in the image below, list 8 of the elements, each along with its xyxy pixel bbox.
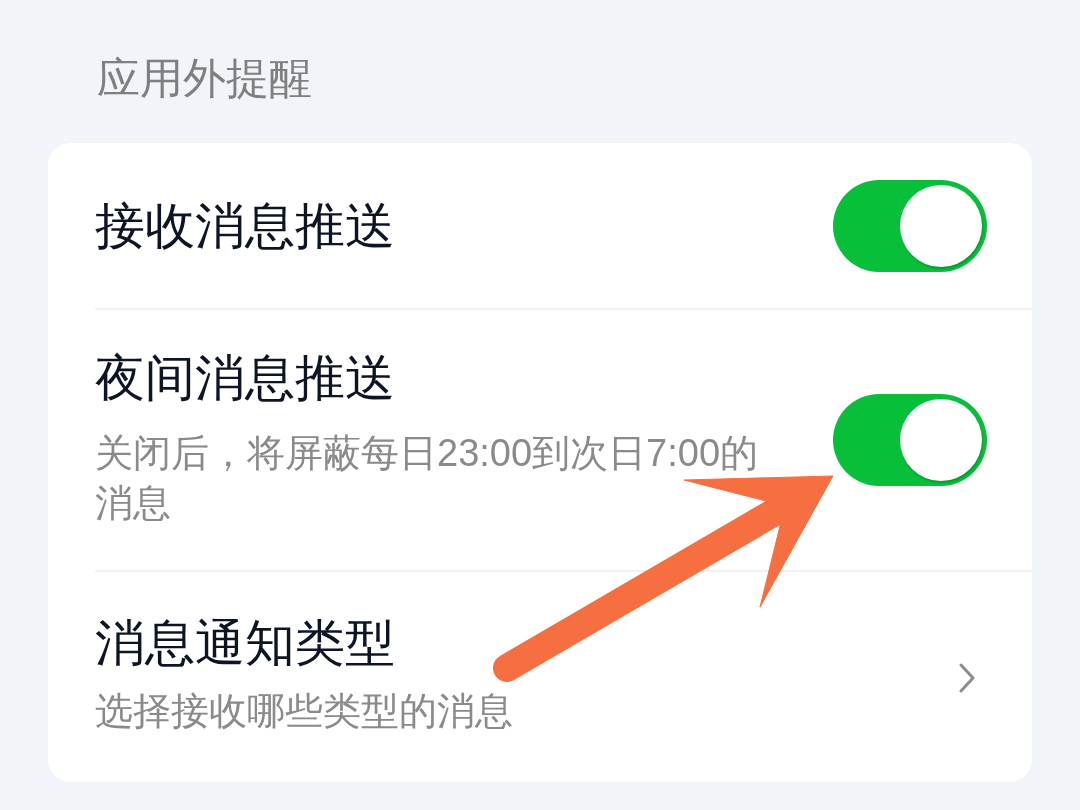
setting-description: 选择接收哪些类型的消息 xyxy=(95,688,514,734)
setting-description: 关闭后，将屏蔽每日23:00到次日7:00的消息 xyxy=(95,430,760,526)
section-title: 应用外提醒 xyxy=(96,53,313,104)
chevron-icon xyxy=(959,662,975,693)
setting-title: 夜间消息推送 xyxy=(95,352,395,403)
setting-title: 接收消息推送 xyxy=(95,200,395,251)
toggle-switch[interactable] xyxy=(833,394,987,486)
setting-title: 消息通知类型 xyxy=(95,617,395,668)
